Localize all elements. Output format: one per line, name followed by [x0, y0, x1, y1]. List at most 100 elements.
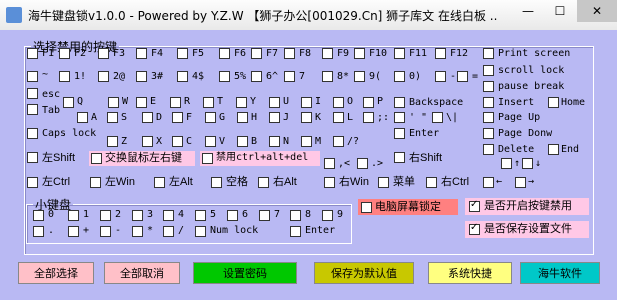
checkbox-f[interactable] [172, 112, 183, 123]
system-shortcut-button[interactable]: 系统快捷 [428, 262, 512, 284]
checkbox-print-screen[interactable] [483, 48, 494, 59]
checkbox-enter[interactable] [394, 128, 405, 139]
checkbox-quote[interactable] [394, 112, 405, 123]
select-all-button[interactable]: 全部选择 [18, 262, 94, 284]
checkbox-0[interactable] [394, 71, 405, 82]
checkbox-end[interactable] [548, 144, 559, 155]
checkbox-2[interactable] [98, 71, 109, 82]
checkbox-space[interactable] [211, 177, 222, 188]
checkbox-delete[interactable] [483, 144, 494, 155]
checkbox-tilde[interactable] [27, 71, 38, 82]
checkbox-d[interactable] [142, 112, 153, 123]
checkbox-caps-lock[interactable] [27, 128, 38, 139]
checkbox-j[interactable] [269, 112, 280, 123]
checkbox-s[interactable] [107, 112, 118, 123]
checkbox-left-win[interactable] [90, 177, 101, 188]
checkbox-num-2[interactable] [100, 210, 111, 221]
checkbox-6[interactable] [251, 71, 262, 82]
close-button[interactable]: ✕ [577, 0, 617, 22]
checkbox-up[interactable] [501, 158, 512, 169]
checkbox-menu[interactable] [378, 177, 389, 188]
checkbox-tab[interactable] [27, 104, 38, 115]
checkbox-8[interactable] [322, 71, 333, 82]
checkbox-f12[interactable] [435, 48, 446, 59]
checkbox-num-1[interactable] [68, 210, 79, 221]
checkbox-k[interactable] [301, 112, 312, 123]
checkbox-ban-cad[interactable] [202, 153, 213, 164]
checkbox-4[interactable] [177, 71, 188, 82]
checkbox-1[interactable] [59, 71, 70, 82]
maximize-button[interactable]: ☐ [545, 0, 575, 22]
checkbox-f8[interactable] [284, 48, 295, 59]
checkbox-x[interactable] [142, 136, 153, 147]
checkbox-q[interactable] [63, 97, 74, 108]
checkbox-f6[interactable] [219, 48, 230, 59]
checkbox-insert[interactable] [483, 97, 494, 108]
checkbox-c[interactable] [172, 136, 183, 147]
checkbox-num-9[interactable] [322, 210, 333, 221]
checkbox-r[interactable] [170, 97, 181, 108]
checkbox-save-settings[interactable] [469, 222, 480, 235]
checkbox-3[interactable] [136, 71, 147, 82]
checkbox-swap-mouse[interactable] [91, 153, 102, 164]
checkbox-right-alt[interactable] [258, 177, 269, 188]
checkbox-f9[interactable] [322, 48, 333, 59]
checkbox-num-minus[interactable] [100, 226, 111, 237]
minimize-button[interactable]: — [513, 0, 543, 22]
checkbox-period[interactable] [357, 158, 368, 169]
checkbox-w[interactable] [108, 97, 119, 108]
checkbox-comma[interactable] [324, 158, 335, 169]
checkbox-num-7[interactable] [259, 210, 270, 221]
checkbox-num-0[interactable] [33, 210, 44, 221]
checkbox-num-5[interactable] [195, 210, 206, 221]
checkbox-h[interactable] [237, 112, 248, 123]
checkbox-f4[interactable] [136, 48, 147, 59]
checkbox-p[interactable] [363, 97, 374, 108]
checkbox-g[interactable] [205, 112, 216, 123]
checkbox-left-shift[interactable] [27, 152, 38, 163]
checkbox-page-down[interactable] [483, 128, 494, 139]
checkbox-num-plus[interactable] [68, 226, 79, 237]
checkbox-l[interactable] [333, 112, 344, 123]
checkbox-equals[interactable] [457, 71, 468, 82]
checkbox-v[interactable] [205, 136, 216, 147]
checkbox-slash[interactable] [333, 136, 344, 147]
checkbox-enable-ban[interactable] [469, 199, 480, 212]
checkbox-minus[interactable] [435, 71, 446, 82]
checkbox-num-star[interactable] [132, 226, 143, 237]
checkbox-f5[interactable] [177, 48, 188, 59]
checkbox-left-alt[interactable] [154, 177, 165, 188]
checkbox-z[interactable] [107, 136, 118, 147]
checkbox-num-6[interactable] [227, 210, 238, 221]
checkbox-u[interactable] [269, 97, 280, 108]
checkbox-right-win[interactable] [324, 177, 335, 188]
checkbox-page-up[interactable] [483, 112, 494, 123]
checkbox-t[interactable] [203, 97, 214, 108]
checkbox-f2[interactable] [59, 48, 70, 59]
checkbox-num-8[interactable] [290, 210, 301, 221]
checkbox-b[interactable] [237, 136, 248, 147]
checkbox-num-slash[interactable] [163, 226, 174, 237]
checkbox-m[interactable] [301, 136, 312, 147]
checkbox-f10[interactable] [354, 48, 365, 59]
checkbox-backspace[interactable] [394, 97, 405, 108]
checkbox-num-enter[interactable] [290, 226, 301, 237]
checkbox-home[interactable] [548, 97, 559, 108]
cancel-all-button[interactable]: 全部取消 [104, 262, 180, 284]
checkbox-pause-break[interactable] [483, 81, 494, 92]
checkbox-left-ctrl[interactable] [27, 177, 38, 188]
checkbox-f7[interactable] [251, 48, 262, 59]
checkbox-backslash[interactable] [432, 112, 443, 123]
checkbox-e[interactable] [136, 97, 147, 108]
hainiu-software-button[interactable]: 海牛软件 [520, 262, 600, 284]
save-default-button[interactable]: 保存为默认值 [314, 262, 414, 284]
checkbox-esc[interactable] [27, 88, 38, 99]
checkbox-right-shift[interactable] [394, 152, 405, 163]
checkbox-down[interactable] [522, 158, 533, 169]
checkbox-f11[interactable] [394, 48, 405, 59]
checkbox-9[interactable] [354, 71, 365, 82]
checkbox-semicolon[interactable] [363, 112, 374, 123]
checkbox-left[interactable] [483, 177, 494, 188]
checkbox-y[interactable] [236, 97, 247, 108]
checkbox-5[interactable] [219, 71, 230, 82]
